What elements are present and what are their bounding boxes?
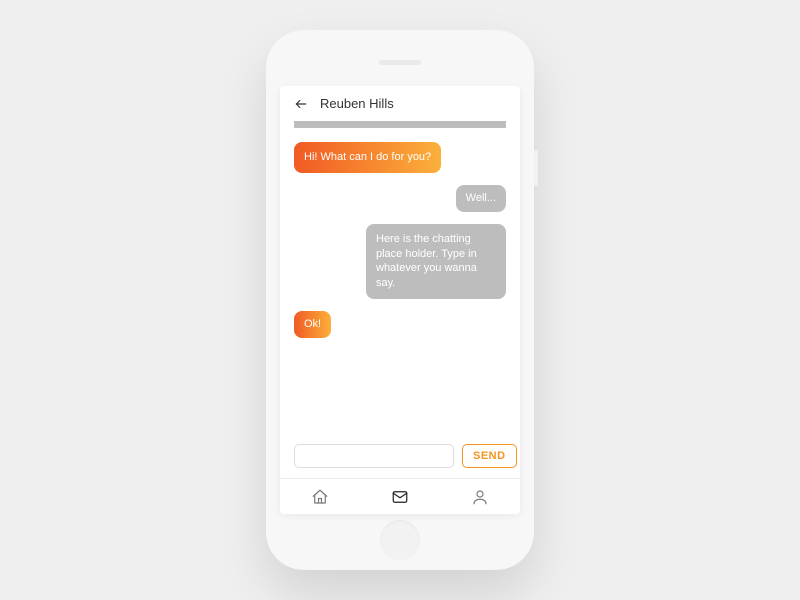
home-icon[interactable]: [310, 487, 330, 507]
tab-bar: [280, 478, 520, 514]
chat-title: Reuben Hills: [320, 96, 394, 111]
composer-bar: SEND: [280, 436, 520, 478]
message-text: Here is the chatting place holder. Type …: [376, 233, 477, 290]
message-text: Well...: [466, 192, 496, 204]
send-button[interactable]: SEND: [462, 444, 517, 468]
speaker-slot: [379, 60, 421, 65]
message-text: Hi! What can I do for you?: [304, 151, 431, 163]
message-bubble-incoming: Ok!: [294, 311, 331, 338]
back-arrow-icon[interactable]: [294, 97, 308, 111]
chat-header: Reuben Hills: [280, 86, 520, 117]
mail-icon[interactable]: [390, 487, 410, 507]
header-divider: [294, 121, 506, 128]
side-button: [534, 150, 538, 186]
message-bubble-outgoing: Here is the chatting place holder. Type …: [366, 224, 506, 299]
profile-icon[interactable]: [470, 487, 490, 507]
message-input[interactable]: [294, 444, 454, 468]
message-list: Hi! What can I do for you? Well... Here …: [280, 142, 520, 436]
app-screen: Reuben Hills Hi! What can I do for you? …: [280, 86, 520, 514]
message-bubble-outgoing: Well...: [456, 185, 506, 212]
message-bubble-incoming: Hi! What can I do for you?: [294, 142, 441, 173]
home-button[interactable]: [380, 520, 420, 560]
phone-frame: Reuben Hills Hi! What can I do for you? …: [266, 30, 534, 570]
message-text: Ok!: [304, 318, 321, 330]
